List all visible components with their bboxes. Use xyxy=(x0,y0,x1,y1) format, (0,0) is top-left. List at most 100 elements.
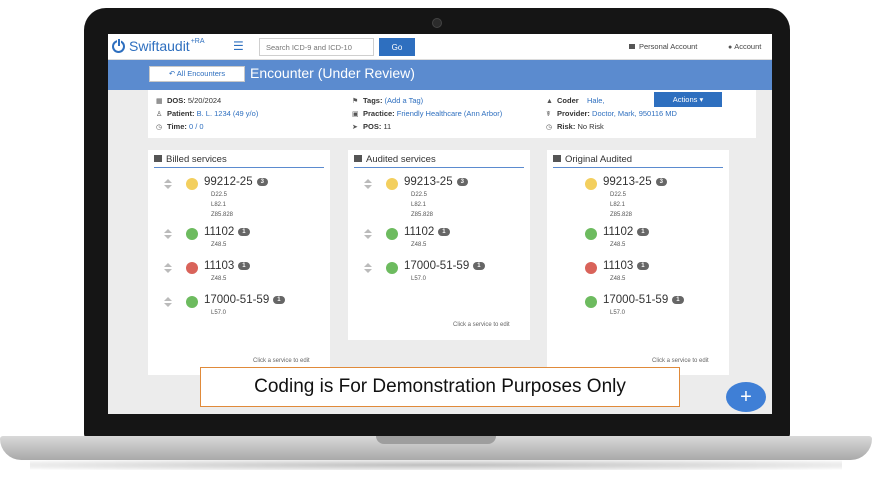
building-icon: ▣ xyxy=(352,111,359,118)
account-label: Account xyxy=(734,42,762,51)
count-badge: 3 xyxy=(456,178,468,186)
diagnosis-code: D22.5 xyxy=(411,192,428,198)
column-underline xyxy=(154,167,324,168)
service-column: Billed services 99212-25 3 D22.5 L82.1 Z85.82… xyxy=(148,150,330,375)
patient-row: ♙ Patient: B. L. 1234 (49 y/o) xyxy=(156,109,259,118)
service-column: Original Audited 99213-25 3 D22.5 L82.1 Z85.8… xyxy=(547,150,729,375)
column-title-text: Original Audited xyxy=(565,154,633,165)
diagnosis-code: Z48.5 xyxy=(211,242,227,248)
click-to-edit-hint: Click a service to edit xyxy=(253,358,310,364)
status-dot xyxy=(386,178,398,190)
diagnosis-code: Z48.5 xyxy=(411,242,427,248)
page-title: Encounter (Under Review) xyxy=(250,65,415,81)
diagnosis-code: Z85.828 xyxy=(610,212,633,218)
graduation-cap-icon: ▲ xyxy=(546,98,553,105)
column-title: Billed services xyxy=(154,154,227,165)
count-badge: 1 xyxy=(637,228,649,236)
diagnosis-code: L82.1 xyxy=(211,202,227,208)
column-title-text: Audited services xyxy=(366,154,436,165)
time-row: ◷ Time: 0 / 0 xyxy=(156,122,204,131)
diagnosis-code: L82.1 xyxy=(610,202,626,208)
personal-account-link[interactable]: Personal Account xyxy=(629,42,697,51)
service-code: 99212-25 3 xyxy=(204,176,268,188)
column-title: Original Audited xyxy=(553,154,632,165)
person-icon: ♙ xyxy=(156,111,163,118)
tags-row: ⚑ Tags: (Add a Tag) xyxy=(352,96,424,105)
service-code: 11103 1 xyxy=(204,260,250,272)
clock-icon: ◷ xyxy=(156,124,163,131)
count-badge: 3 xyxy=(655,178,667,186)
diagnosis-code: Z48.5 xyxy=(610,276,626,282)
logo-sup: +RA xyxy=(190,37,205,45)
column-underline xyxy=(354,167,524,168)
add-tag-link[interactable]: (Add a Tag) xyxy=(385,96,424,105)
diagnosis-code: L57.0 xyxy=(411,276,427,282)
service-code: 11103 1 xyxy=(603,260,649,272)
status-dot xyxy=(585,296,597,308)
provider-row: ☤ Provider: Doctor, Mark, 950116 MD xyxy=(546,109,677,118)
status-dot xyxy=(186,296,198,308)
service-code: 17000-51-59 1 xyxy=(204,294,285,306)
click-to-edit-hint: Click a service to edit xyxy=(652,358,709,364)
service-code: 11102 1 xyxy=(204,226,250,238)
diagnosis-code: D22.5 xyxy=(211,192,228,198)
calendar-icon: ▦ xyxy=(156,98,163,105)
clock-icon: ◷ xyxy=(546,124,553,131)
add-button[interactable]: + xyxy=(726,382,766,412)
service-code: 11102 1 xyxy=(404,226,450,238)
column-underline xyxy=(553,167,723,168)
count-badge: 1 xyxy=(672,296,684,304)
coder-link[interactable]: Hale, xyxy=(587,96,605,105)
status-dot xyxy=(585,228,597,240)
diagnosis-code: Z85.828 xyxy=(411,212,434,218)
app-logo[interactable]: Swiftaudit +RA xyxy=(112,37,205,54)
count-badge: 3 xyxy=(256,178,268,186)
count-badge: 1 xyxy=(238,262,250,270)
stethoscope-icon: ☤ xyxy=(546,111,551,118)
search-input[interactable] xyxy=(259,38,374,56)
app-screen: Swiftaudit +RA ☰ Go Personal Account ●Ac… xyxy=(108,34,772,414)
count-badge: 1 xyxy=(438,228,450,236)
diagnosis-code: L57.0 xyxy=(211,310,227,316)
lock-icon xyxy=(629,44,635,49)
top-navbar: Swiftaudit +RA ☰ Go Personal Account ●Ac… xyxy=(108,34,772,60)
hamburger-menu-icon[interactable]: ☰ xyxy=(233,39,244,53)
patient-link[interactable]: B. L. 1234 (49 y/o) xyxy=(197,109,259,118)
diagnosis-code: D22.5 xyxy=(610,192,627,198)
laptop-notch xyxy=(376,436,496,444)
actions-dropdown-button[interactable]: Actions ▾ xyxy=(654,92,722,107)
service-code: 99213-25 3 xyxy=(404,176,468,188)
status-dot xyxy=(186,228,198,240)
status-dot xyxy=(386,228,398,240)
count-badge: 1 xyxy=(238,228,250,236)
count-badge: 1 xyxy=(473,262,485,270)
column-title-text: Billed services xyxy=(166,154,227,165)
status-dot xyxy=(186,262,198,274)
go-button[interactable]: Go xyxy=(379,38,415,56)
status-dot xyxy=(386,262,398,274)
time-link[interactable]: 0 / 0 xyxy=(189,122,204,131)
click-to-edit-hint: Click a service to edit xyxy=(453,322,510,328)
service-column: Audited services 99213-25 3 D22.5 L82.1 Z85.8… xyxy=(348,150,530,340)
diagnosis-code: Z48.5 xyxy=(211,276,227,282)
provider-link[interactable]: Doctor, Mark, 950116 MD xyxy=(592,109,677,118)
practice-link[interactable]: Friendly Healthcare (Ann Arbor) xyxy=(397,109,502,118)
user-icon: ● xyxy=(728,44,733,51)
edit-icon xyxy=(553,155,561,162)
risk-row: ◷ Risk: No Risk xyxy=(546,122,604,131)
status-dot xyxy=(585,262,597,274)
dos-row: ▦ DOS: 5/20/2024 xyxy=(156,96,222,105)
all-encounters-button[interactable]: ↶ All Encounters xyxy=(149,66,245,82)
tag-icon: ⚑ xyxy=(352,98,359,105)
edit-icon xyxy=(354,155,362,162)
logo-text: Swiftaudit xyxy=(129,38,190,54)
diagnosis-code: Z85.828 xyxy=(211,212,234,218)
status-dot xyxy=(186,178,198,190)
service-code: 11102 1 xyxy=(603,226,649,238)
diagnosis-code: L57.0 xyxy=(610,310,626,316)
personal-account-label: Personal Account xyxy=(639,42,698,51)
encounter-info-panel: ▦ DOS: 5/20/2024 ♙ Patient: B. L. 1234 (49… xyxy=(148,90,756,138)
location-arrow-icon: ➤ xyxy=(352,124,358,131)
account-link[interactable]: ● Account xyxy=(728,42,761,51)
service-code: 17000-51-59 1 xyxy=(603,294,684,306)
